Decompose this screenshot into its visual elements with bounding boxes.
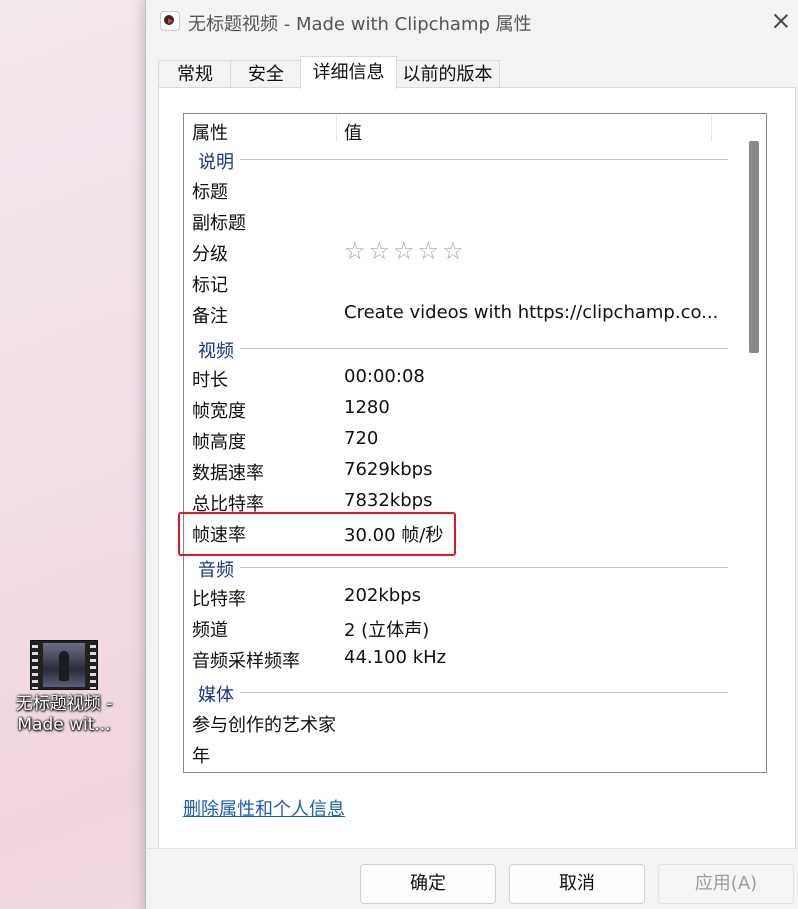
property-name: 分级 — [192, 244, 228, 265]
list-item[interactable]: 数据速率 7629kbps — [184, 455, 740, 486]
property-value: 44.100 kHz — [344, 647, 447, 668]
property-value: Create videos with https://clipchamp.co.… — [344, 302, 719, 323]
desktop-icon-label: 无标题视频 - Made wit... — [15, 694, 113, 735]
property-name: 比特率 — [192, 589, 246, 610]
list-item[interactable]: 比特率 202kbps — [184, 581, 740, 612]
tab-security[interactable]: 安全 — [230, 60, 302, 89]
dialog-title: 无标题视频 - Made with Clipchamp 属性 — [188, 14, 532, 35]
list-item[interactable]: 副标题 — [184, 205, 740, 236]
list-item[interactable]: 备注 Create videos with https://clipchamp.… — [184, 298, 740, 329]
highlight-annotation-box — [178, 512, 456, 556]
clipchamp-video-icon — [160, 11, 180, 31]
list-item[interactable]: 帧高度 720 — [184, 424, 740, 455]
group-label: 音频 — [198, 556, 240, 582]
property-value: 1280 — [344, 397, 390, 418]
property-value: 202kbps — [344, 585, 422, 606]
property-list[interactable]: 属性 值 说明 标题 副标题 分级 ☆☆☆☆☆ 标记 备注 Create vid… — [183, 113, 767, 773]
list-item[interactable]: 频道 2 (立体声) — [184, 612, 740, 643]
properties-dialog: 无标题视频 - Made with Clipchamp 属性 常规 安全 详细信… — [145, 0, 798, 909]
property-name: 参与创作的艺术家 — [192, 715, 336, 736]
remove-properties-link[interactable]: 删除属性和个人信息 — [183, 795, 345, 821]
details-panel: 属性 值 说明 标题 副标题 分级 ☆☆☆☆☆ 标记 备注 Create vid… — [158, 87, 796, 849]
group-description[interactable]: 说明 — [184, 143, 740, 174]
list-item[interactable]: 音频采样频率 44.100 kHz — [184, 643, 740, 674]
property-value: 2 (立体声) — [344, 620, 430, 641]
column-header-value[interactable]: 值 — [344, 119, 362, 145]
property-name: 帧宽度 — [192, 401, 246, 422]
property-name: 年 — [192, 746, 210, 767]
tab-previous-versions[interactable]: 以前的版本 — [395, 60, 500, 89]
dialog-footer: 确定 取消 应用(A) — [146, 848, 798, 909]
list-item[interactable]: 分级 ☆☆☆☆☆ — [184, 236, 740, 267]
property-name: 音频采样频率 — [192, 651, 300, 672]
column-divider[interactable] — [336, 116, 337, 142]
group-media[interactable]: 媒体 — [184, 676, 740, 707]
column-header-property[interactable]: 属性 — [192, 119, 228, 145]
list-item[interactable]: 年 — [184, 738, 740, 769]
ok-button[interactable]: 确定 — [360, 864, 496, 904]
group-label: 媒体 — [198, 681, 240, 707]
list-item[interactable]: 标记 — [184, 267, 740, 298]
tab-general[interactable]: 常规 — [158, 60, 232, 89]
property-name: 频道 — [192, 620, 228, 641]
property-value: 00:00:08 — [344, 366, 425, 387]
apply-button[interactable]: 应用(A) — [658, 864, 794, 904]
cancel-button[interactable]: 取消 — [509, 864, 645, 904]
property-name: 帧高度 — [192, 432, 246, 453]
desktop-video-file-icon[interactable]: 无标题视频 - Made wit... — [8, 640, 120, 736]
list-header: 属性 值 — [184, 114, 740, 144]
list-item[interactable]: 时长 00:00:08 — [184, 362, 740, 393]
list-item[interactable]: 参与创作的艺术家 — [184, 707, 740, 738]
video-thumbnail-icon — [30, 640, 98, 690]
property-name: 时长 — [192, 370, 228, 391]
group-video[interactable]: 视频 — [184, 332, 740, 363]
property-name: 副标题 — [192, 213, 246, 234]
rating-stars-icon[interactable]: ☆☆☆☆☆ — [344, 237, 467, 265]
column-divider[interactable] — [711, 116, 712, 142]
list-item[interactable]: 标题 — [184, 174, 740, 205]
property-value: 7832kbps — [344, 490, 433, 511]
property-name: 标题 — [192, 182, 228, 203]
group-label: 说明 — [198, 148, 240, 174]
group-label: 视频 — [198, 337, 240, 363]
close-button[interactable] — [766, 6, 796, 36]
property-value: 720 — [344, 428, 379, 449]
vertical-scrollbar[interactable] — [740, 114, 766, 772]
tab-details[interactable]: 详细信息 — [300, 56, 397, 89]
scrollbar-thumb[interactable] — [749, 141, 759, 353]
property-name: 数据速率 — [192, 463, 264, 484]
list-item[interactable]: 帧宽度 1280 — [184, 393, 740, 424]
property-name: 标记 — [192, 275, 228, 296]
title-bar: 无标题视频 - Made with Clipchamp 属性 — [146, 0, 798, 42]
property-name: 备注 — [192, 306, 228, 327]
property-value: 7629kbps — [344, 459, 433, 480]
